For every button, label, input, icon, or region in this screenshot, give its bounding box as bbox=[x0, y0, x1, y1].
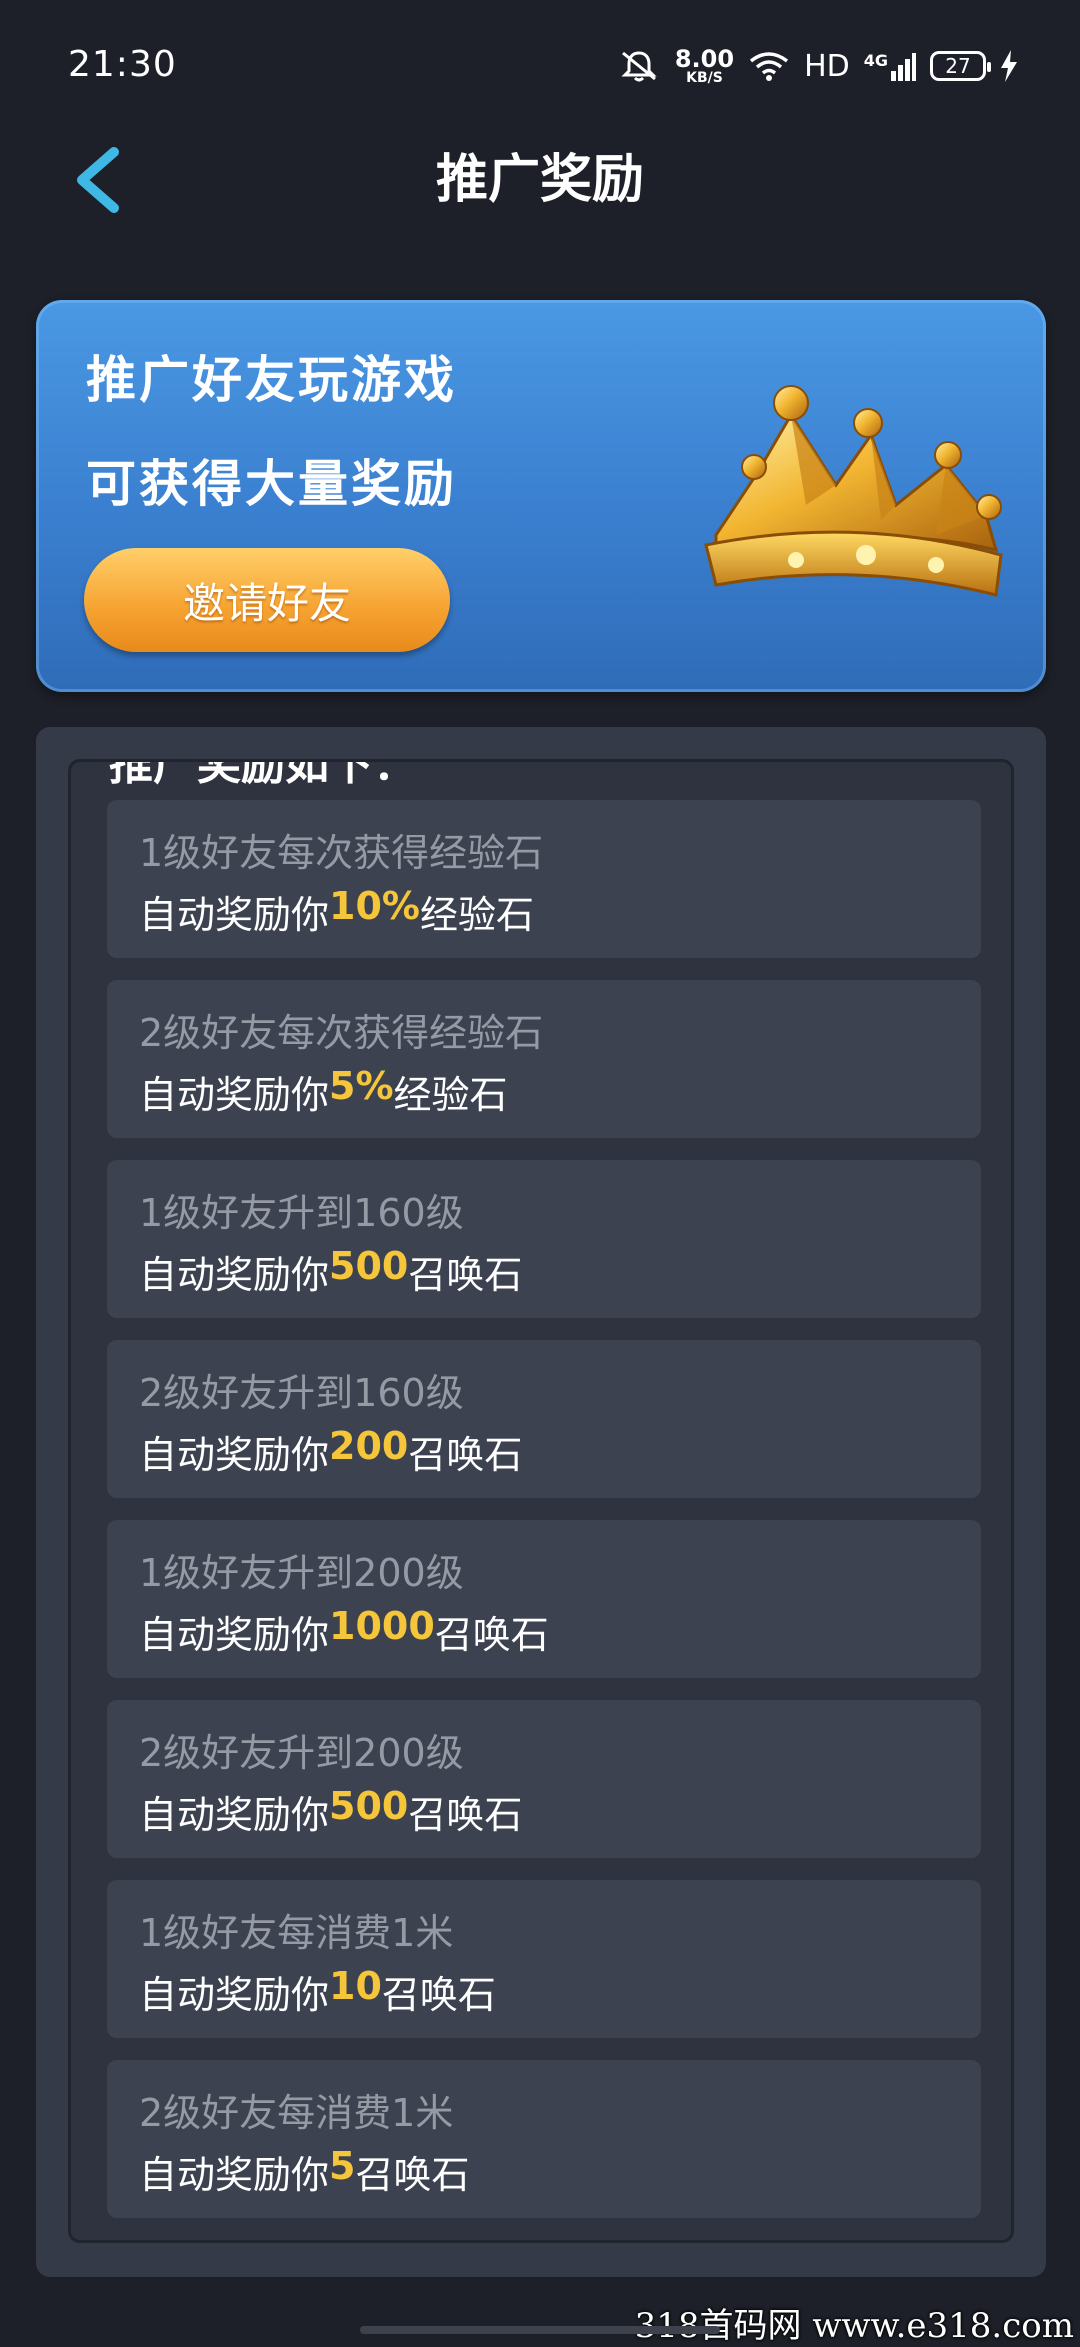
signal-icon bbox=[891, 53, 916, 81]
reward-unit: 召唤石 bbox=[355, 2153, 470, 2197]
status-icons: 8.00 KB/S HD 4G 27 bbox=[617, 44, 1018, 88]
reward-prefix: 自动奖励你 bbox=[139, 1973, 330, 2017]
reward-description: 自动奖励你 10 召唤石 bbox=[139, 1964, 496, 2019]
reward-condition: 1级好友升到160级 bbox=[139, 1191, 464, 1235]
reward-description: 自动奖励你 200 召唤石 bbox=[139, 1424, 522, 1479]
reward-amount: 10% bbox=[329, 884, 420, 928]
signal-indicator: 4G bbox=[864, 51, 916, 81]
net-speed-value: 8.00 bbox=[674, 45, 735, 73]
reward-prefix: 自动奖励你 bbox=[139, 1613, 330, 1657]
reward-card: 1级好友每次获得经验石 自动奖励你 10% 经验石 bbox=[107, 800, 981, 958]
promo-banner: 推广好友玩游戏 可获得大量奖励 邀请好友 bbox=[36, 300, 1046, 692]
reward-description: 自动奖励你 500 召唤石 bbox=[139, 1784, 522, 1839]
invite-friends-button[interactable]: 邀请好友 bbox=[84, 548, 450, 652]
reward-prefix: 自动奖励你 bbox=[139, 1793, 330, 1837]
status-bar: 21:30 8.00 KB/S HD 4G 27 bbox=[0, 0, 1080, 130]
reward-amount: 200 bbox=[329, 1424, 409, 1468]
reward-card: 2级好友升到200级 自动奖励你 500 召唤石 bbox=[107, 1700, 981, 1858]
reward-condition: 2级好友升到200级 bbox=[139, 1731, 464, 1775]
reward-prefix: 自动奖励你 bbox=[139, 1433, 330, 1477]
rewards-panel: 推广奖励如下： 1级好友每次获得经验石 自动奖励你 10% 经验石 2级好友每次获得… bbox=[36, 727, 1046, 2277]
reward-unit: 召唤石 bbox=[434, 1613, 549, 1657]
net-speed: 8.00 KB/S bbox=[675, 47, 734, 85]
reward-unit: 经验石 bbox=[393, 1073, 508, 1117]
network-label: 4G bbox=[863, 51, 888, 70]
reward-unit: 召唤石 bbox=[408, 1793, 523, 1837]
reward-description: 自动奖励你 10% 经验石 bbox=[139, 884, 534, 939]
reward-prefix: 自动奖励你 bbox=[139, 893, 330, 937]
reward-description: 自动奖励你 1000 召唤石 bbox=[139, 1604, 549, 1659]
rewards-heading: 推广奖励如下： bbox=[109, 759, 417, 790]
crown-icon bbox=[704, 385, 1003, 597]
reward-card: 2级好友每次获得经验石 自动奖励你 5% 经验石 bbox=[107, 980, 981, 1138]
charging-bolt-icon bbox=[1001, 50, 1017, 82]
reward-condition: 2级好友每次获得经验石 bbox=[139, 1011, 544, 1055]
rewards-list[interactable]: 推广奖励如下： 1级好友每次获得经验石 自动奖励你 10% 经验石 2级好友每次获得… bbox=[68, 759, 1014, 2243]
wifi-icon bbox=[749, 52, 789, 81]
net-speed-unit: KB/S bbox=[686, 70, 723, 86]
reward-prefix: 自动奖励你 bbox=[139, 2153, 330, 2197]
reward-prefix: 自动奖励你 bbox=[139, 1253, 330, 1297]
reward-condition: 1级好友每次获得经验石 bbox=[139, 831, 544, 875]
reward-condition: 2级好友每消费1米 bbox=[139, 2091, 454, 2135]
status-time: 21:30 bbox=[68, 44, 177, 85]
home-indicator[interactable] bbox=[360, 2326, 720, 2334]
reward-prefix: 自动奖励你 bbox=[139, 1073, 330, 1117]
banner-line-1: 推广好友玩游戏 bbox=[86, 351, 457, 409]
battery-icon: 27 bbox=[930, 51, 991, 81]
reward-card: 1级好友每消费1米 自动奖励你 10 召唤石 bbox=[107, 1880, 981, 2038]
reward-amount: 10 bbox=[329, 1964, 382, 2008]
reward-amount: 5% bbox=[329, 1064, 394, 1108]
reward-description: 自动奖励你 5 召唤石 bbox=[139, 2144, 469, 2199]
battery-level: 27 bbox=[945, 54, 971, 78]
reward-condition: 1级好友升到200级 bbox=[139, 1551, 464, 1595]
reward-unit: 经验石 bbox=[419, 893, 534, 937]
header: 推广奖励 bbox=[0, 130, 1080, 230]
reward-description: 自动奖励你 5% 经验石 bbox=[139, 1064, 508, 1119]
reward-card: 1级好友升到160级 自动奖励你 500 召唤石 bbox=[107, 1160, 981, 1318]
reward-unit: 召唤石 bbox=[408, 1433, 523, 1477]
reward-unit: 召唤石 bbox=[408, 1253, 523, 1297]
hd-label: HD bbox=[804, 48, 850, 84]
reward-card: 2级好友升到160级 自动奖励你 200 召唤石 bbox=[107, 1340, 981, 1498]
reward-amount: 500 bbox=[329, 1784, 409, 1828]
reward-amount: 500 bbox=[329, 1244, 409, 1288]
banner-line-2: 可获得大量奖励 bbox=[86, 455, 457, 513]
reward-amount: 5 bbox=[329, 2144, 356, 2188]
reward-card: 2级好友每消费1米 自动奖励你 5 召唤石 bbox=[107, 2060, 981, 2218]
reward-card: 1级好友升到200级 自动奖励你 1000 召唤石 bbox=[107, 1520, 981, 1678]
page-title: 推广奖励 bbox=[435, 150, 644, 210]
reward-condition: 1级好友每消费1米 bbox=[139, 1911, 454, 1955]
reward-condition: 2级好友升到160级 bbox=[139, 1371, 464, 1415]
reward-description: 自动奖励你 500 召唤石 bbox=[139, 1244, 522, 1299]
reward-unit: 召唤石 bbox=[381, 1973, 496, 2017]
mute-bell-icon bbox=[621, 51, 657, 82]
reward-amount: 1000 bbox=[329, 1604, 435, 1648]
